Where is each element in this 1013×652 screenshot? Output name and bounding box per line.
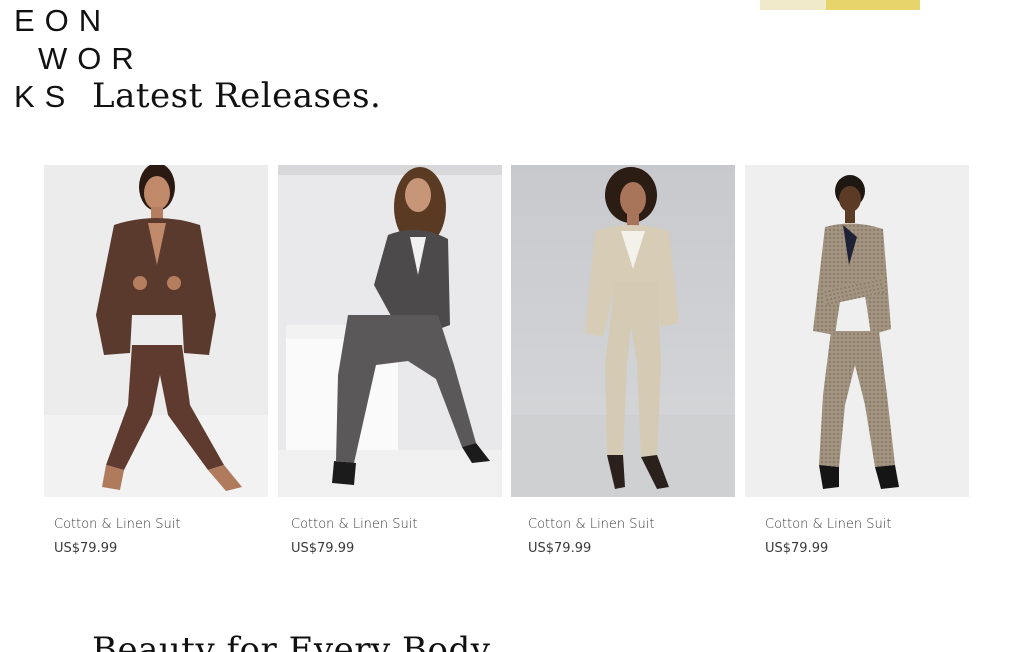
product-card[interactable]: Cotton & Linen Suit US$79.99 bbox=[278, 165, 502, 565]
product-price: US$79.99 bbox=[765, 541, 829, 556]
product-name[interactable]: Cotton & Linen Suit bbox=[528, 517, 654, 532]
product-name[interactable]: Cotton & Linen Suit bbox=[765, 517, 891, 532]
product-card[interactable]: Cotton & Linen Suit US$79.99 bbox=[745, 165, 969, 565]
product-price: US$79.99 bbox=[54, 541, 118, 556]
logo-line-3: KS bbox=[14, 79, 76, 114]
section-title-beauty-for-every-body: Beauty for Every Body bbox=[92, 630, 491, 652]
product-grid: Cotton & Linen Suit US$79.99 Cotton & Li… bbox=[44, 165, 969, 565]
logo-line-2: WOR bbox=[38, 41, 144, 76]
accent-bar-light bbox=[760, 0, 826, 10]
product-image-grey-suit[interactable] bbox=[278, 165, 502, 497]
product-image-checked-suit[interactable] bbox=[745, 165, 969, 497]
product-name[interactable]: Cotton & Linen Suit bbox=[54, 517, 180, 532]
logo-line-1: EON bbox=[14, 3, 112, 38]
product-card[interactable]: Cotton & Linen Suit US$79.99 bbox=[511, 165, 735, 565]
product-card[interactable]: Cotton & Linen Suit US$79.99 bbox=[44, 165, 268, 565]
accent-bar-yellow bbox=[826, 0, 920, 10]
product-price: US$79.99 bbox=[291, 541, 355, 556]
product-price: US$79.99 bbox=[528, 541, 592, 556]
product-name[interactable]: Cotton & Linen Suit bbox=[291, 517, 417, 532]
product-image-brown-suit[interactable] bbox=[44, 165, 268, 497]
section-title-latest-releases: Latest Releases. bbox=[92, 76, 382, 116]
product-image-beige-suit[interactable] bbox=[511, 165, 735, 497]
